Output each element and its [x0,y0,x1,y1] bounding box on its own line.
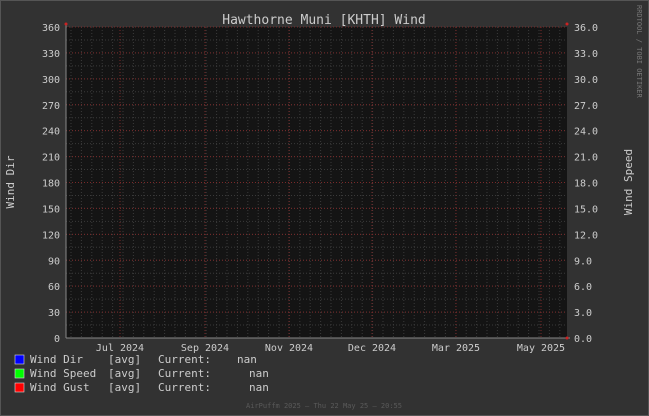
axis-arrow-marker [565,336,569,340]
y-axis-right-label: Wind Speed [622,149,635,215]
x-tick-label: May 2025 [517,343,565,354]
y-right-tick-label: 9.0 [574,256,592,267]
legend-series-name: Wind Speed [30,367,96,380]
y-left-tick-label: 180 [42,179,60,190]
legend-current-label: Current: [158,353,211,366]
y-right-tick-label: 30.0 [574,75,598,86]
legend-current-value: nan [249,381,269,394]
legend-series-stat: [avg] [108,381,141,394]
legend: Wind Dir [avg] Current: nan Wind Speed [avg] C… [14,353,269,394]
y-left-tick-label: 90 [48,256,60,267]
legend-current-value: nan [237,353,257,366]
legend-series-name: Wind Gust [30,381,90,394]
axis-arrow-marker [64,22,68,26]
legend-swatch [14,368,25,379]
y-right-tick-label: 6.0 [574,282,592,293]
y-axis-left-label: Wind Dir [4,155,17,208]
legend-current-label: Current: [158,367,211,380]
y-left-tick-label: 30 [48,308,60,319]
y-right-tick-label: 24.0 [574,127,598,138]
y-left-tick-label: 210 [42,153,60,164]
legend-series-stat: [avg] [108,353,141,366]
y-right-tick-label: 21.0 [574,153,598,164]
y-right-tick-label: 12.0 [574,230,598,241]
y-left-tick-label: 120 [42,230,60,241]
y-right-tick-label: 36.0 [574,23,598,34]
y-left-tick-label: 60 [48,282,60,293]
legend-swatch [14,382,25,393]
y-right-tick-label: 18.0 [574,179,598,190]
y-right-tick-label: 27.0 [574,101,598,112]
y-left-tick-label: 150 [42,204,60,215]
x-tick-label: Nov 2024 [265,343,313,354]
wind-chart: Hawthorne Muni [KHTH] Wind RRDTOOL / TOB… [4,5,643,410]
legend-current-value: nan [249,367,269,380]
y-left-tick-label: 240 [42,127,60,138]
x-tick-label: Dec 2024 [348,343,396,354]
y-left-tick-label: 300 [42,75,60,86]
y-right-tick-label: 0.0 [574,334,592,345]
footer-text: AirPuffm 2025 — Thu 22 May 25 — 20:55 [246,402,402,410]
legend-swatch [14,354,25,365]
watermark: RRDTOOL / TOBI OETIKER [635,5,643,99]
y-left-tick-label: 0 [54,334,60,345]
y-right-tick-label: 15.0 [574,204,598,215]
legend-series-name: Wind Dir [30,353,83,366]
chart-title: Hawthorne Muni [KHTH] Wind [222,13,426,28]
y-left-tick-label: 270 [42,101,60,112]
y-right-tick-label: 33.0 [574,49,598,60]
legend-current-label: Current: [158,381,211,394]
y-left-tick-label: 360 [42,23,60,34]
axis-arrow-marker [565,22,569,26]
x-tick-label: Mar 2025 [432,343,480,354]
y-right-tick-label: 3.0 [574,308,592,319]
legend-series-stat: [avg] [108,367,141,380]
y-left-tick-label: 330 [42,49,60,60]
